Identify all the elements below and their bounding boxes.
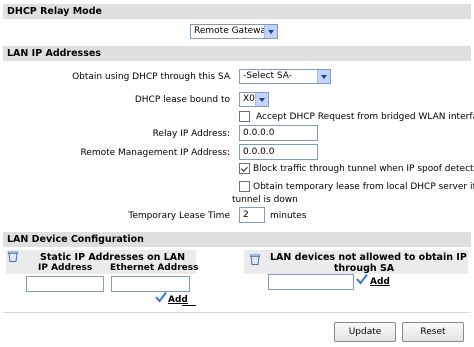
remote-mgmt-label: Remote Management IP Address: bbox=[80, 148, 230, 158]
block-traffic-checkbox[interactable] bbox=[239, 163, 250, 174]
lease-bound-value: X0 bbox=[243, 94, 255, 104]
obtain-dhcp-select[interactable]: -Select SA- bbox=[239, 69, 331, 84]
obtain-dhcp-value: -Select SA- bbox=[243, 71, 292, 81]
chevron-down-icon[interactable] bbox=[317, 70, 330, 83]
obtain-temp-label-line1: Obtain temporary lease from local DHCP s… bbox=[253, 182, 474, 192]
chevron-down-icon[interactable] bbox=[255, 93, 268, 106]
static-ip-title: Static IP Addresses on LAN bbox=[40, 252, 186, 263]
col-ethernet-address: Ethernet Address bbox=[110, 263, 199, 273]
add-link-underline bbox=[182, 305, 196, 306]
remote-mgmt-input[interactable]: 0.0.0.0 bbox=[239, 144, 318, 160]
trash-icon[interactable] bbox=[250, 254, 260, 268]
trash-icon[interactable] bbox=[8, 251, 18, 265]
section-header-relay-mode: DHCP Relay Mode bbox=[3, 4, 471, 19]
relay-mode-select[interactable]: Remote Gateway bbox=[190, 24, 278, 39]
static-ip-input[interactable] bbox=[26, 276, 104, 292]
obtain-dhcp-label: Obtain using DHCP through this SA bbox=[72, 72, 230, 82]
checkmark-icon[interactable] bbox=[155, 291, 167, 306]
divider bbox=[3, 312, 471, 313]
relay-ip-label: Relay IP Address: bbox=[152, 129, 230, 139]
checkmark-icon[interactable] bbox=[356, 273, 368, 288]
static-add-link[interactable]: Add bbox=[168, 295, 188, 305]
col-ip-address: IP Address bbox=[38, 263, 93, 273]
block-traffic-label: Block traffic through tunnel when IP spo… bbox=[253, 164, 474, 174]
chevron-down-icon[interactable] bbox=[264, 25, 277, 38]
lease-bound-select[interactable]: X0 bbox=[239, 92, 269, 107]
relay-mode-value: Remote Gateway bbox=[194, 26, 272, 36]
relay-ip-input[interactable]: 0.0.0.0 bbox=[239, 125, 318, 141]
section-header-lan-ip: LAN IP Addresses bbox=[3, 46, 471, 61]
obtain-temp-checkbox[interactable] bbox=[239, 181, 250, 192]
reset-button[interactable]: Reset bbox=[402, 322, 464, 342]
temp-lease-input[interactable]: 2 bbox=[239, 207, 265, 223]
accept-dhcp-label: Accept DHCP Request from bridged WLAN in… bbox=[256, 112, 474, 122]
not-allowed-input[interactable] bbox=[268, 274, 354, 290]
not-allowed-add-link[interactable]: Add bbox=[370, 277, 390, 287]
section-header-lan-device: LAN Device Configuration bbox=[3, 232, 471, 247]
obtain-temp-label-line2: tunnel is down bbox=[232, 195, 298, 205]
temp-lease-label: Temporary Lease Time bbox=[128, 211, 230, 221]
static-ethernet-input[interactable] bbox=[111, 276, 190, 292]
update-button[interactable]: Update bbox=[334, 322, 396, 342]
lease-bound-label: DHCP lease bound to bbox=[134, 95, 230, 105]
temp-lease-unit: minutes bbox=[270, 211, 307, 221]
accept-dhcp-checkbox[interactable] bbox=[239, 111, 250, 122]
not-allowed-title-line1: LAN devices not allowed to obtain IP bbox=[270, 252, 467, 263]
